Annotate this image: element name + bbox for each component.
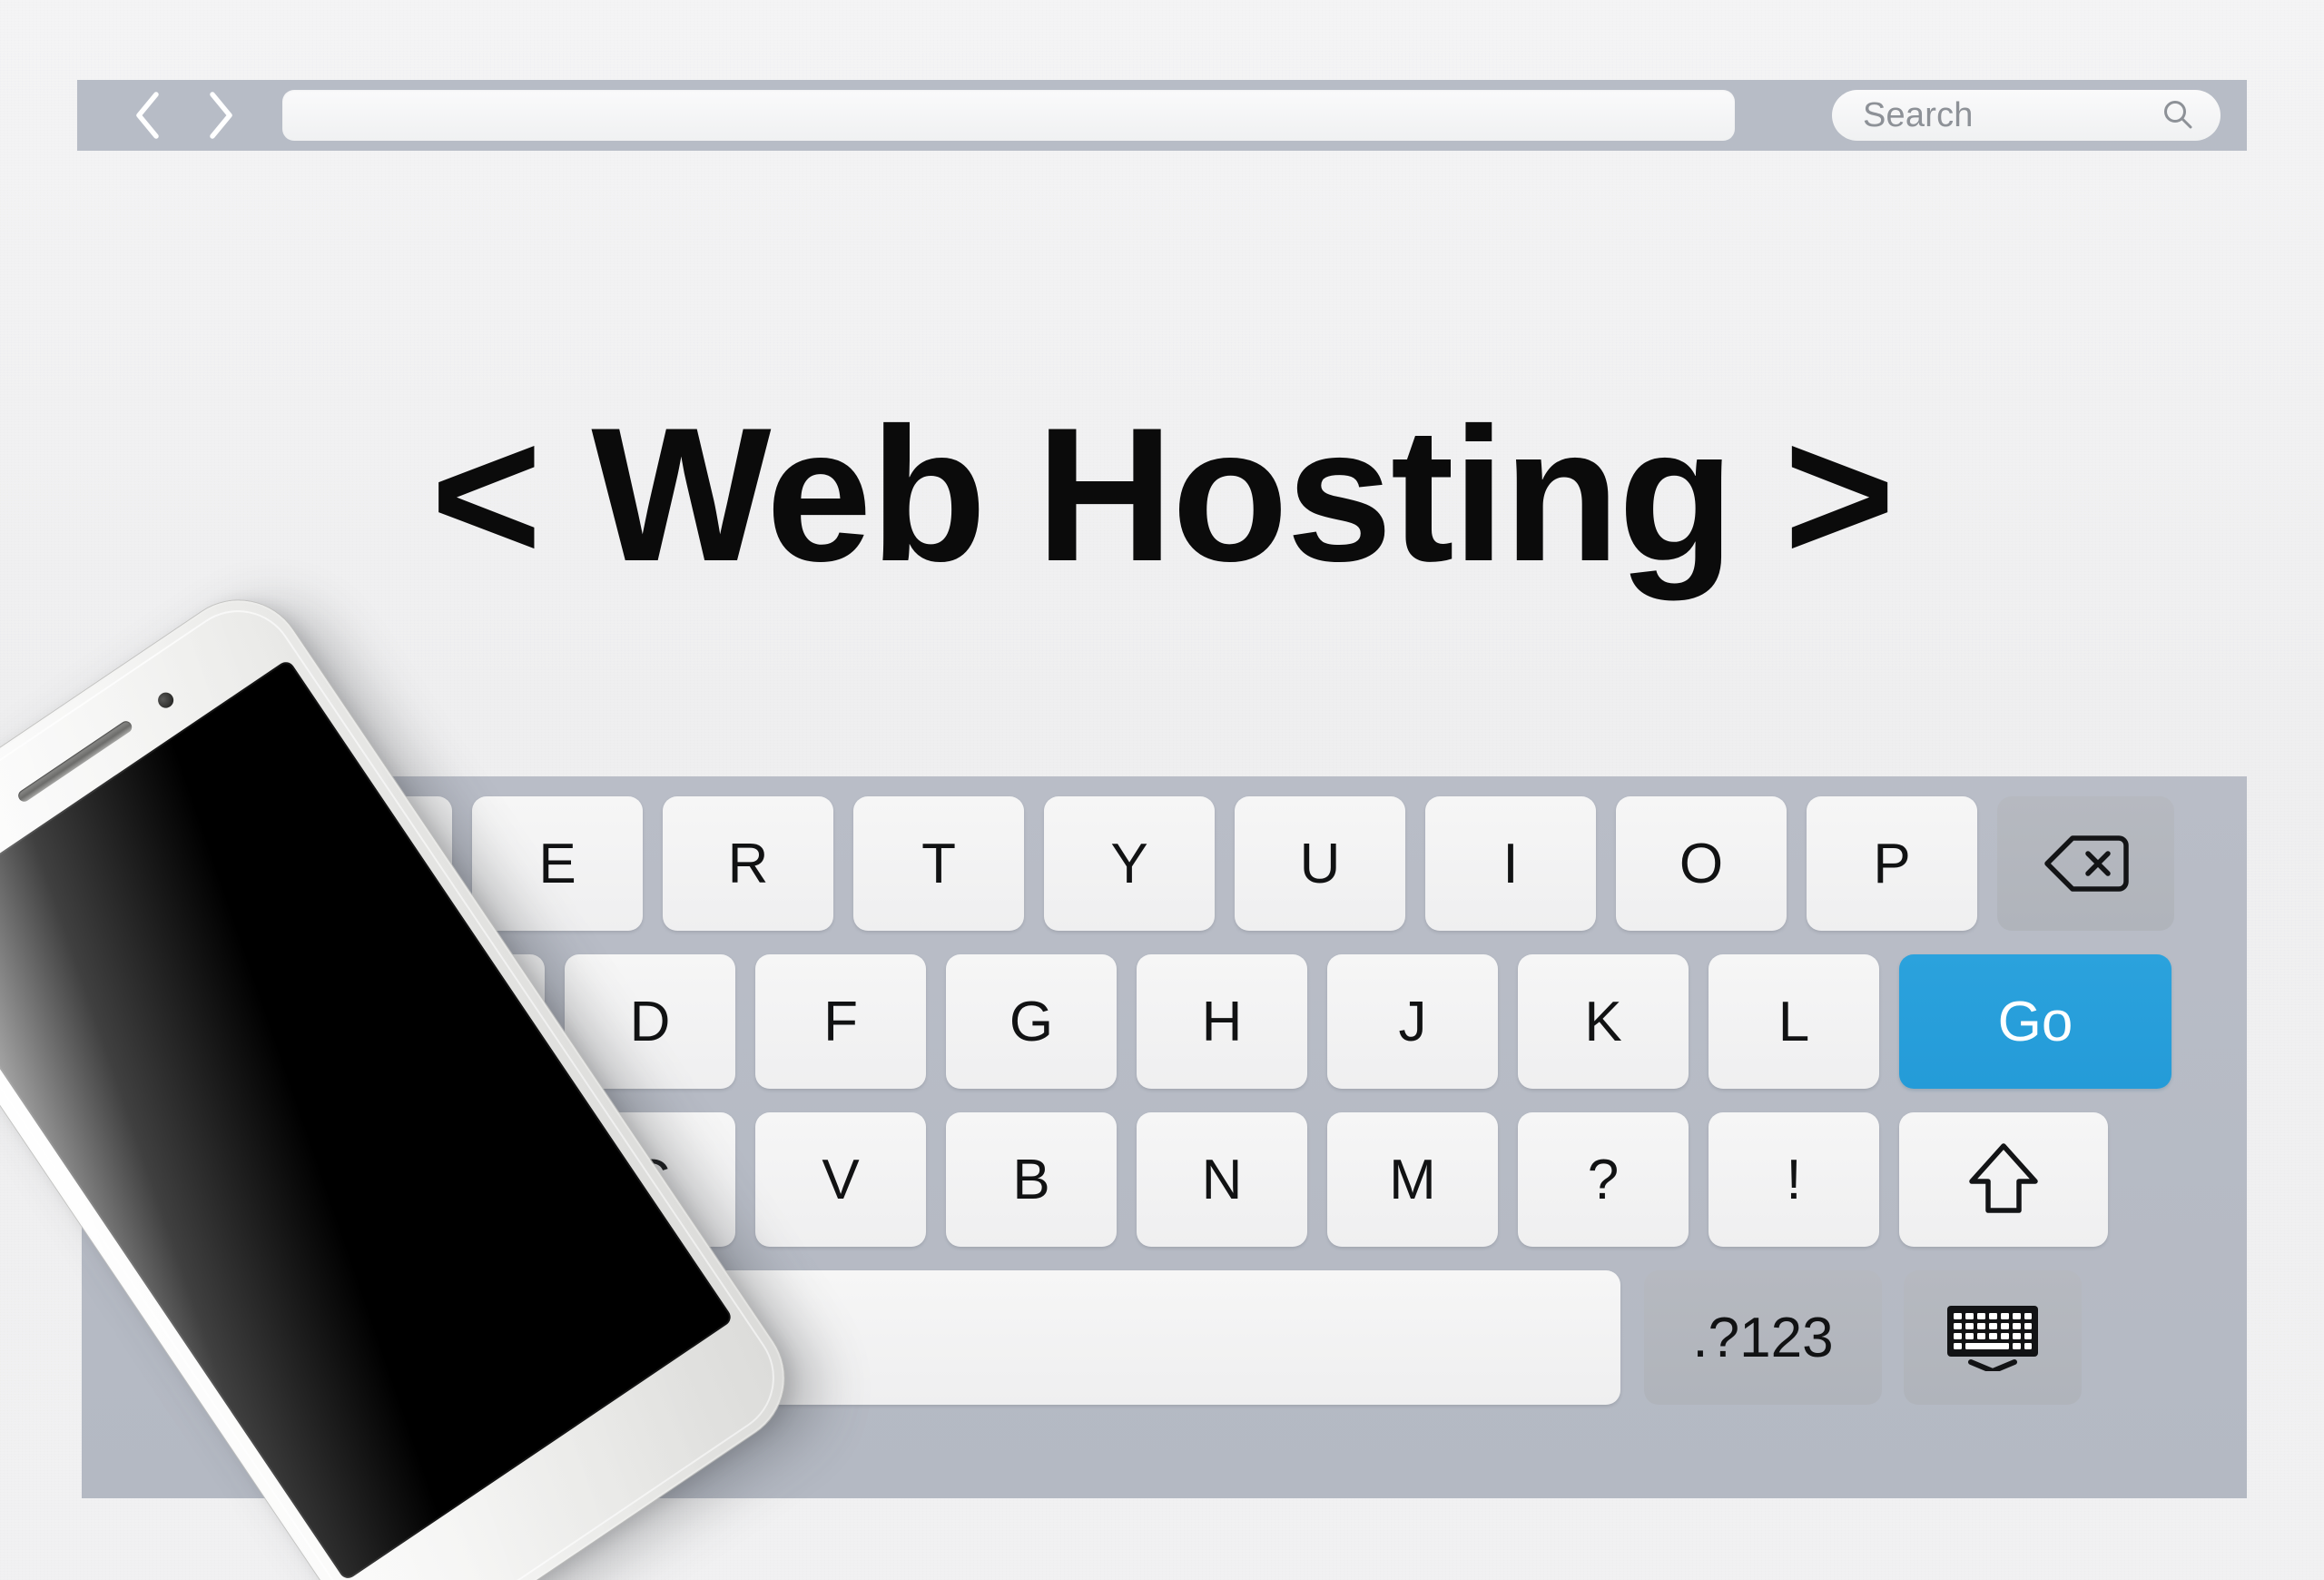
key-j[interactable]: J bbox=[1327, 954, 1498, 1089]
shift-arrow-icon bbox=[1967, 1141, 2040, 1218]
key-question-mark[interactable]: ? bbox=[1518, 1112, 1689, 1247]
page-title: < Web Hosting > bbox=[430, 388, 1895, 601]
shift-key[interactable] bbox=[1899, 1112, 2108, 1247]
browser-search-region: Search bbox=[1816, 80, 2247, 151]
key-exclamation-mark[interactable]: ! bbox=[1709, 1112, 1879, 1247]
key-o[interactable]: O bbox=[1616, 796, 1787, 931]
key-t[interactable]: T bbox=[853, 796, 1024, 931]
key-i[interactable]: I bbox=[1425, 796, 1596, 931]
search-input[interactable]: Search bbox=[1832, 90, 2221, 141]
key-h[interactable]: H bbox=[1137, 954, 1307, 1089]
numeric-toggle-key[interactable]: .?123 bbox=[1644, 1270, 1882, 1405]
chevron-right-icon[interactable] bbox=[206, 91, 237, 140]
magnifier-icon[interactable] bbox=[2161, 98, 2195, 133]
go-key[interactable]: Go bbox=[1899, 954, 2171, 1089]
chevron-left-icon[interactable] bbox=[132, 91, 162, 140]
key-u[interactable]: U bbox=[1235, 796, 1405, 931]
key-y[interactable]: Y bbox=[1044, 796, 1215, 931]
key-k[interactable]: K bbox=[1518, 954, 1689, 1089]
key-n[interactable]: N bbox=[1137, 1112, 1307, 1247]
key-b[interactable]: B bbox=[946, 1112, 1117, 1247]
screenshot-stage: Search < Web Hosting > Q W E R T Y U I O… bbox=[0, 0, 2324, 1580]
key-g[interactable]: G bbox=[946, 954, 1117, 1089]
key-l[interactable]: L bbox=[1709, 954, 1879, 1089]
key-p[interactable]: P bbox=[1807, 796, 1977, 931]
search-placeholder-text: Search bbox=[1863, 96, 1974, 134]
key-f[interactable]: F bbox=[755, 954, 926, 1089]
key-d[interactable]: D bbox=[565, 954, 735, 1089]
key-r[interactable]: R bbox=[663, 796, 833, 931]
keyboard-dismiss-icon bbox=[1945, 1304, 2040, 1371]
backspace-key[interactable] bbox=[1997, 796, 2174, 931]
key-m[interactable]: M bbox=[1327, 1112, 1498, 1247]
phone-front-camera bbox=[154, 689, 177, 711]
key-e[interactable]: E bbox=[472, 796, 643, 931]
url-input[interactable] bbox=[282, 90, 1735, 141]
backspace-icon bbox=[2043, 831, 2130, 896]
key-v[interactable]: V bbox=[755, 1112, 926, 1247]
hide-keyboard-key[interactable] bbox=[1904, 1270, 2082, 1405]
browser-toolbar bbox=[77, 80, 1938, 151]
